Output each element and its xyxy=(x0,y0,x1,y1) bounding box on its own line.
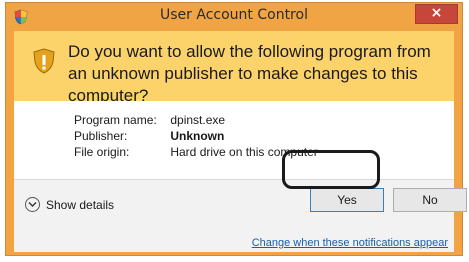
file-origin-label: File origin: xyxy=(74,145,130,159)
uac-dialog: User Account Control × Do you want to al… xyxy=(5,2,467,256)
warning-shield-icon xyxy=(33,48,55,74)
title-bar: User Account Control × xyxy=(6,3,462,31)
close-button[interactable]: × xyxy=(415,4,458,24)
chevron-down-icon xyxy=(25,197,40,212)
yes-button[interactable]: Yes xyxy=(310,188,384,212)
notification-settings-link[interactable]: Change when these notifications appear xyxy=(252,237,448,249)
dialog-footer: Show details Yes No Change when these no… xyxy=(14,180,467,252)
no-button[interactable]: No xyxy=(393,188,467,212)
file-origin-row: File origin: Hard drive on this computer xyxy=(74,145,318,159)
publisher-row: Publisher: Unknown xyxy=(74,129,224,143)
program-name-value: dpinst.exe xyxy=(170,113,226,127)
dialog-title: User Account Control xyxy=(160,7,308,23)
program-name-label: Program name: xyxy=(74,113,157,127)
details-panel: Program name: dpinst.exe Publisher: Unkn… xyxy=(14,101,454,179)
yes-button-highlight xyxy=(282,150,380,189)
publisher-label: Publisher: xyxy=(74,129,128,143)
publisher-value: Unknown xyxy=(170,129,225,143)
show-details-label: Show details xyxy=(46,197,115,212)
program-name-row: Program name: dpinst.exe xyxy=(74,113,225,127)
prompt-header: Do you want to allow the following progr… xyxy=(14,31,454,105)
prompt-question: Do you want to allow the following progr… xyxy=(68,42,431,105)
show-details-toggle[interactable]: Show details xyxy=(25,197,114,212)
